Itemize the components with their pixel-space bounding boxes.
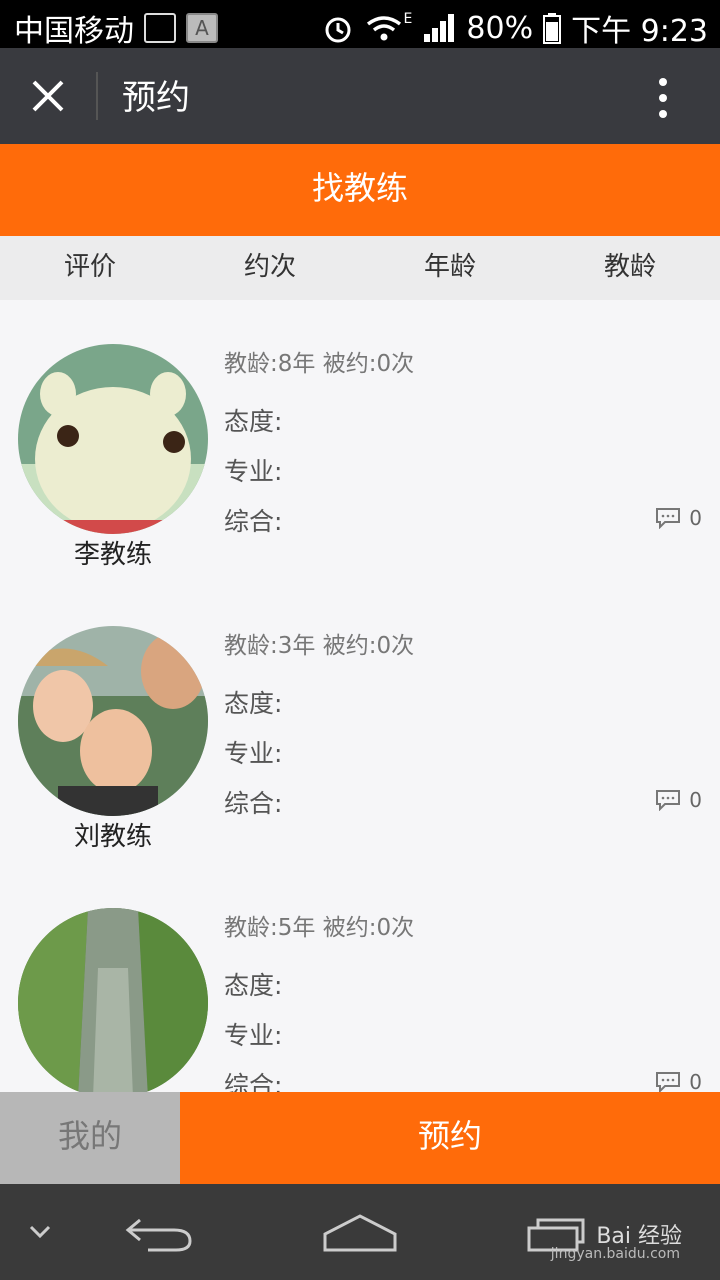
sort-tab-rating[interactable]: 评价 (0, 236, 180, 300)
coach-avatar (18, 344, 208, 534)
carrier-label: 中国移动 (14, 14, 134, 49)
coach-avatar (18, 908, 208, 1092)
find-coach-button[interactable]: 找教练 (0, 144, 720, 236)
comment-count[interactable]: 0 (655, 506, 702, 530)
close-icon[interactable] (24, 72, 72, 120)
signal-icon (424, 14, 455, 42)
coach-card[interactable]: 刘教练 教龄:3年 被约:0次 态度: 专业: 综合: 0 (0, 582, 720, 865)
coach-name: 刘教练 (73, 822, 152, 852)
professional-label: 专业: (224, 1021, 283, 1050)
comment-count-value: 0 (689, 1070, 702, 1092)
app-notification-icon: A (186, 13, 218, 43)
overall-label: 综合: (224, 789, 283, 818)
coach-name: 李教练 (73, 540, 152, 570)
coach-summary: 教龄:5年 被约:0次 (224, 915, 415, 941)
chevron-down-icon[interactable] (28, 1222, 52, 1242)
comment-count[interactable]: 0 (655, 1070, 702, 1092)
comment-icon (656, 508, 681, 529)
attitude-label: 态度: (224, 407, 283, 436)
professional-label: 专业: (224, 739, 283, 768)
battery-icon (543, 13, 562, 44)
sort-tab-experience[interactable]: 教龄 (540, 236, 720, 300)
alarm-icon (325, 17, 351, 43)
coach-summary: 教龄:8年 被约:0次 (224, 351, 415, 377)
sort-tabs: 评价 约次 年龄 教龄 (0, 236, 720, 300)
comment-icon (656, 790, 681, 811)
sort-tab-age[interactable]: 年龄 (360, 236, 540, 300)
overall-label: 综合: (224, 1071, 283, 1092)
attitude-label: 态度: (224, 689, 283, 718)
page-title: 预约 (122, 78, 190, 118)
comment-count-value: 0 (689, 506, 702, 530)
coach-card[interactable]: 李教练 教龄:8年 被约:0次 态度: 专业: 综合: 0 (0, 300, 720, 583)
coach-card[interactable]: 教龄:5年 被约:0次 态度: 专业: 综合: 0 (0, 864, 720, 1092)
coach-summary: 教龄:3年 被约:0次 (224, 633, 415, 659)
app-bar: 预约 (0, 48, 720, 144)
overall-label: 综合: (224, 507, 283, 536)
network-type-label: E (403, 11, 413, 27)
watermark-url: jingyan.baidu.com (550, 1246, 680, 1262)
professional-label: 专业: (224, 457, 283, 486)
status-bar: 中国移动 A E 80% 下午 9:23 (0, 0, 720, 49)
app-bar-divider (96, 72, 98, 120)
clock: 下午 9:23 (571, 14, 708, 49)
image-notification-icon (144, 13, 176, 43)
back-icon[interactable] (124, 1214, 194, 1254)
home-icon[interactable] (322, 1212, 398, 1254)
coach-avatar (18, 626, 208, 816)
attitude-label: 态度: (224, 971, 283, 1000)
sort-tab-bookings[interactable]: 约次 (180, 236, 360, 300)
book-button[interactable]: 预约 (180, 1092, 720, 1184)
more-menu-icon[interactable] (648, 74, 678, 120)
comment-count-value: 0 (689, 788, 702, 812)
comment-count[interactable]: 0 (655, 788, 702, 812)
wifi-icon (366, 16, 401, 41)
comment-icon (656, 1072, 681, 1092)
coach-list: 李教练 教龄:8年 被约:0次 态度: 专业: 综合: 0 刘教练 教龄:3年 … (0, 300, 720, 1092)
mine-button[interactable]: 我的 (0, 1092, 180, 1184)
battery-percent: 80% (466, 10, 534, 46)
bottom-bar: 我的 预约 (0, 1092, 720, 1184)
